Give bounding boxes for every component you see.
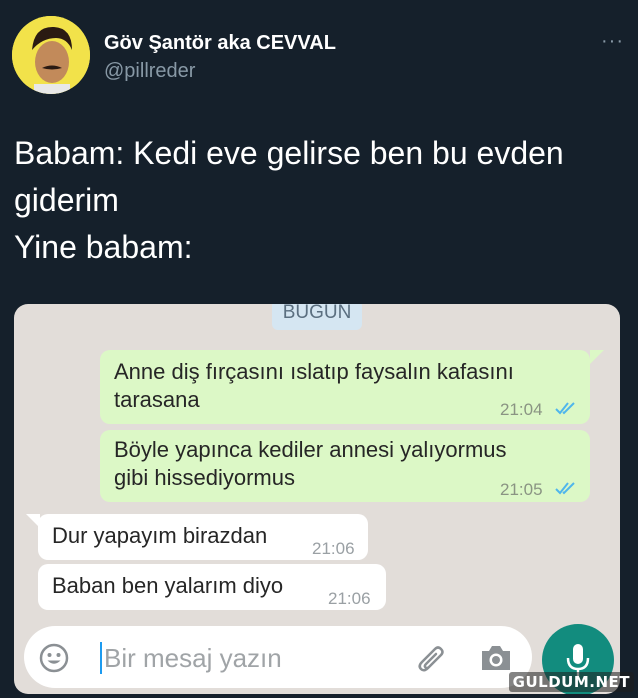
message-text-line: Dur yapayım birazdan: [52, 523, 268, 548]
message-time: 21:05: [500, 480, 543, 499]
author-handle[interactable]: @pillreder: [104, 60, 195, 83]
message-text-line: Anne diş fırçasını ıslatıp faysalın kafa…: [114, 359, 514, 384]
incoming-message[interactable]: Baban ben yalarım diyo 21:06: [38, 564, 386, 610]
incoming-message[interactable]: Dur yapayım birazdan 21:06: [38, 514, 368, 560]
message-text-line: Böyle yapınca kediler annesi yalıyormus: [114, 437, 507, 462]
tweet-text-line: giderim: [14, 182, 119, 218]
bubble-tail: [26, 514, 40, 528]
emoji-icon[interactable]: [38, 642, 70, 674]
message-input[interactable]: Bir mesaj yazın: [104, 642, 282, 674]
message-time: 21:06: [328, 589, 371, 608]
tweet-text-line: Babam: Kedi eve gelirse ben bu evden: [14, 135, 564, 171]
text-cursor: [100, 642, 102, 674]
outgoing-message[interactable]: Anne diş fırçasını ıslatıp faysalın kafa…: [100, 350, 590, 424]
date-chip: BUGÜN: [272, 304, 362, 330]
double-check-icon: [555, 402, 575, 415]
tweet-header: Göv Şantör aka CEVVAL @pillreder ···: [12, 16, 626, 96]
message-time: 21:06: [312, 539, 355, 558]
paperclip-icon[interactable]: [412, 640, 448, 676]
author-name[interactable]: Göv Şantör aka CEVVAL: [104, 32, 336, 55]
double-check-icon: [555, 482, 575, 495]
watermark: GULDUM.NET: [508, 672, 634, 692]
message-text-line: Baban ben yalarım diyo: [52, 573, 284, 598]
message-input-bar[interactable]: Bir mesaj yazın: [24, 626, 532, 688]
bubble-tail: [590, 350, 604, 364]
tweet-text-line: Yine babam:: [14, 229, 193, 265]
outgoing-message[interactable]: Böyle yapınca kediler annesi yalıyormus …: [100, 430, 590, 502]
camera-icon[interactable]: [478, 642, 514, 674]
more-options-icon[interactable]: ···: [601, 30, 624, 53]
message-time: 21:04: [500, 400, 543, 419]
chat-screenshot: BUGÜN Anne diş fırçasını ıslatıp faysalı…: [14, 304, 620, 694]
avatar[interactable]: [12, 16, 90, 94]
tweet-text: Babam: Kedi eve gelirse ben bu evden gid…: [14, 130, 614, 271]
